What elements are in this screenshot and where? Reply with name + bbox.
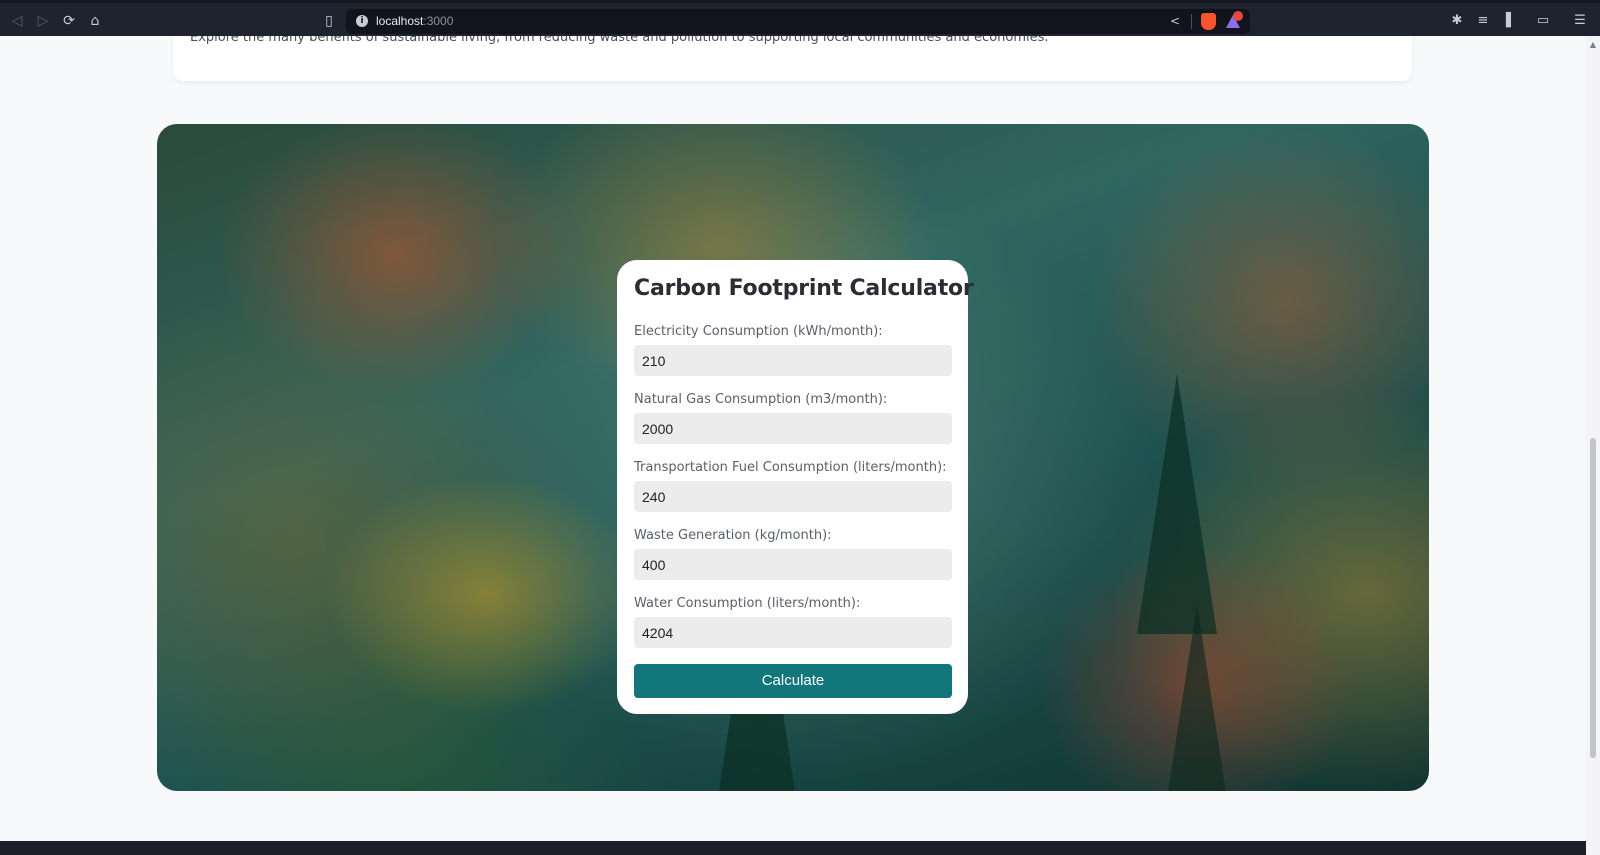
natural-gas-input[interactable] bbox=[634, 413, 952, 444]
url-host: localhost bbox=[376, 14, 424, 28]
bookmark-icon[interactable]: ▯ bbox=[320, 12, 338, 30]
site-info-icon[interactable]: i bbox=[356, 15, 368, 27]
brave-shields-icon[interactable] bbox=[1201, 13, 1216, 30]
water-consumption-label: Water Consumption (liters/month): bbox=[634, 596, 861, 611]
water-consumption-input[interactable] bbox=[634, 617, 952, 648]
url-port: :3000 bbox=[423, 14, 454, 28]
url-text: localhost:3000 bbox=[376, 14, 453, 28]
natural-gas-label: Natural Gas Consumption (m3/month): bbox=[634, 392, 888, 407]
scroll-up-icon[interactable]: ▲ bbox=[1590, 40, 1596, 49]
benefits-text: Explore the many benefits of sustainable… bbox=[190, 36, 1049, 45]
reload-icon[interactable]: ⟳ bbox=[60, 12, 78, 30]
home-icon[interactable]: ⌂ bbox=[86, 12, 104, 30]
electricity-label: Electricity Consumption (kWh/month): bbox=[634, 324, 883, 339]
waste-generation-label: Waste Generation (kg/month): bbox=[634, 528, 832, 543]
page-content: Explore the many benefits of sustainable… bbox=[0, 36, 1586, 855]
electricity-input[interactable] bbox=[634, 345, 952, 376]
extensions-icon[interactable]: ✱ bbox=[1449, 13, 1465, 29]
playlist-icon[interactable]: ≡ bbox=[1475, 13, 1491, 29]
calculator-title: Carbon Footprint Calculator bbox=[634, 276, 974, 301]
calculate-button[interactable]: Calculate bbox=[634, 664, 952, 698]
footer bbox=[0, 841, 1586, 855]
tree-shape bbox=[1137, 374, 1217, 634]
tree-shape bbox=[1157, 604, 1237, 791]
wallet-icon[interactable]: ▭ bbox=[1535, 13, 1551, 29]
benefits-card: Explore the many benefits of sustainable… bbox=[173, 36, 1412, 81]
menu-icon[interactable]: ☰ bbox=[1572, 13, 1588, 29]
back-icon[interactable]: ◁ bbox=[8, 12, 26, 30]
carbon-calculator-card: Carbon Footprint Calculator Electricity … bbox=[617, 260, 974, 714]
address-divider bbox=[1191, 14, 1192, 29]
waste-generation-input[interactable] bbox=[634, 549, 952, 580]
transportation-fuel-label: Transportation Fuel Consumption (liters/… bbox=[634, 460, 947, 475]
forward-icon[interactable]: ▷ bbox=[34, 12, 52, 30]
transportation-fuel-input[interactable] bbox=[634, 481, 952, 512]
brave-rewards-icon[interactable] bbox=[1226, 11, 1243, 29]
share-icon[interactable]: < bbox=[1170, 14, 1180, 28]
address-bar[interactable]: i localhost:3000 < bbox=[346, 9, 1250, 34]
browser-toolbar: ◁ ▷ ⟳ ⌂ ▯ i localhost:3000 < ✱ ≡ ▌ ▭ ☰ bbox=[0, 0, 1600, 36]
scrollbar-thumb[interactable] bbox=[1590, 438, 1596, 758]
sidebar-icon[interactable]: ▌ bbox=[1503, 13, 1519, 29]
